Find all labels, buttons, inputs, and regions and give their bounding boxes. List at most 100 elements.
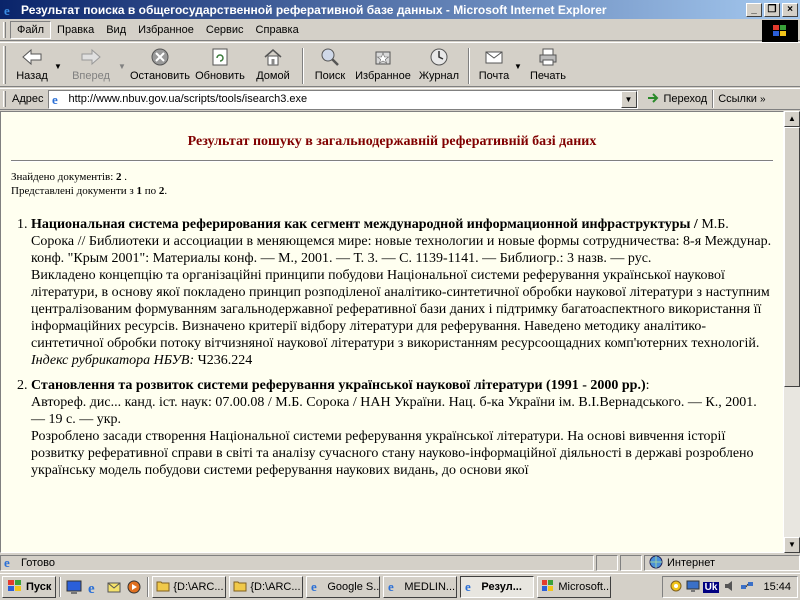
menu-help[interactable]: Справка	[250, 22, 305, 38]
taskbar-button[interactable]: Microsoft...	[537, 576, 612, 598]
svg-text:e: e	[4, 3, 10, 17]
refresh-label: Обновить	[195, 70, 245, 82]
back-label: Назад	[16, 70, 48, 82]
task-label: {D:\ARC...	[250, 581, 301, 593]
links-button[interactable]: Ссылки	[718, 93, 757, 105]
stop-button[interactable]: Остановить	[128, 46, 192, 86]
found-label: Знайдено документів:	[11, 171, 114, 183]
toolbar-grip[interactable]	[3, 46, 6, 84]
address-box[interactable]: e ▼	[47, 89, 638, 109]
page-content: Результат пошуку в загальнодержавній реф…	[0, 111, 784, 553]
zone-text: Интернет	[667, 557, 715, 569]
page-icon: e	[51, 92, 65, 107]
result-title[interactable]: Национальная система реферирования как с…	[31, 217, 698, 232]
scroll-thumb[interactable]	[784, 127, 800, 387]
go-arrow-icon	[647, 92, 661, 107]
task-label: {D:\ARC...	[173, 581, 224, 593]
results-list: Национальная система реферирования как с…	[11, 216, 773, 479]
refresh-button[interactable]: Обновить	[192, 46, 248, 86]
forward-label: Вперед	[72, 70, 110, 82]
shown-suffix: .	[164, 185, 168, 197]
menu-bar: Файл Правка Вид Избранное Сервис Справка	[0, 19, 800, 42]
address-bar: Адрес e ▼ Переход Ссылки »	[0, 88, 800, 110]
result-title[interactable]: Становлення та розвиток системи реферува…	[31, 378, 646, 393]
address-input[interactable]	[68, 91, 621, 107]
ie-icon: e	[464, 579, 478, 596]
start-button[interactable]: Пуск	[2, 576, 57, 598]
menu-favorites[interactable]: Избранное	[132, 22, 200, 38]
quicklaunch-ie-icon[interactable]: e	[86, 579, 102, 595]
svg-text:e: e	[465, 579, 471, 593]
menu-tools[interactable]: Сервис	[200, 22, 250, 38]
folder-icon	[156, 580, 170, 595]
history-button[interactable]: Журнал	[414, 46, 464, 86]
scroll-down-button[interactable]: ▼	[784, 537, 800, 553]
tray-monitor-icon[interactable]	[686, 579, 700, 596]
svg-text:e: e	[4, 555, 10, 569]
back-button[interactable]: Назад	[10, 46, 54, 86]
mail-dropdown-icon[interactable]: ▼	[514, 46, 524, 71]
task-label: Google S...	[327, 581, 381, 593]
ie-icon: e	[3, 3, 17, 17]
taskbar-button[interactable]: {D:\ARC...	[229, 576, 304, 598]
found-suffix: .	[121, 171, 128, 183]
toolbar-grip[interactable]	[3, 21, 6, 38]
status-main: e Готово	[0, 555, 594, 571]
index-label: Індекс рубрикатора НБУВ:	[31, 353, 195, 368]
menu-view[interactable]: Вид	[100, 22, 132, 38]
title-bar: e Результат поиска в общегосударственной…	[0, 0, 800, 19]
result-title-suffix: :	[645, 378, 650, 393]
clock: 15:44	[763, 581, 791, 593]
minimize-button[interactable]: _	[746, 2, 762, 17]
home-label: Домой	[256, 70, 290, 82]
search-button[interactable]: Поиск	[308, 46, 352, 86]
menu-edit[interactable]: Правка	[51, 22, 100, 38]
ms-office-icon	[541, 579, 555, 596]
menu-file[interactable]: Файл	[10, 20, 52, 39]
forward-dropdown-icon[interactable]: ▼	[118, 46, 128, 71]
toolbar-separator	[302, 48, 304, 84]
tray-network-icon[interactable]	[740, 579, 754, 596]
result-abstract: Розроблено засади створення Національної…	[31, 429, 754, 478]
search-label: Поиск	[314, 70, 346, 82]
toolbar-grip[interactable]	[3, 91, 6, 107]
security-zone: Интернет	[644, 555, 800, 571]
favorites-button[interactable]: Избранное	[352, 46, 414, 86]
scroll-up-button[interactable]: ▲	[784, 111, 800, 127]
taskbar-button-active[interactable]: e Резул...	[460, 576, 535, 598]
tray-gear-icon[interactable]	[669, 579, 683, 596]
stop-icon	[148, 46, 172, 68]
chevron-right-icon[interactable]: »	[760, 94, 766, 105]
status-cell	[620, 555, 642, 571]
print-button[interactable]: Печать	[524, 46, 572, 86]
svg-text:e: e	[52, 92, 58, 106]
taskbar-separator	[59, 577, 62, 597]
quicklaunch-desktop-icon[interactable]	[66, 579, 82, 595]
language-indicator[interactable]: Uk	[702, 581, 720, 593]
taskbar-button[interactable]: {D:\ARC...	[152, 576, 227, 598]
back-dropdown-icon[interactable]: ▼	[54, 46, 64, 71]
home-icon	[261, 46, 285, 68]
history-icon	[427, 46, 451, 68]
internet-globe-icon	[649, 555, 663, 572]
tray-volume-icon[interactable]	[723, 579, 737, 596]
forward-button[interactable]: Вперед	[64, 46, 118, 86]
quicklaunch-media-icon[interactable]	[126, 579, 142, 595]
address-dropdown-button[interactable]: ▼	[620, 90, 637, 108]
task-label: MEDLIN...	[404, 581, 456, 593]
home-button[interactable]: Домой	[248, 46, 298, 86]
address-label: Адрес	[12, 93, 44, 105]
status-text: Готово	[21, 557, 55, 569]
taskbar-button[interactable]: e Google S...	[306, 576, 381, 598]
restore-button[interactable]: ❐	[764, 2, 780, 17]
close-button[interactable]: ×	[782, 2, 798, 17]
quicklaunch-outlook-icon[interactable]	[106, 579, 122, 595]
task-label: Microsoft...	[558, 581, 612, 593]
taskbar-button[interactable]: e MEDLIN...	[383, 576, 458, 598]
go-button[interactable]: Переход	[644, 90, 711, 109]
shown-from: 1	[136, 185, 143, 197]
mail-button[interactable]: Почта	[474, 46, 514, 86]
refresh-icon	[208, 46, 232, 68]
ie-icon: e	[310, 579, 324, 596]
vertical-scrollbar[interactable]: ▲ ▼	[784, 111, 800, 553]
